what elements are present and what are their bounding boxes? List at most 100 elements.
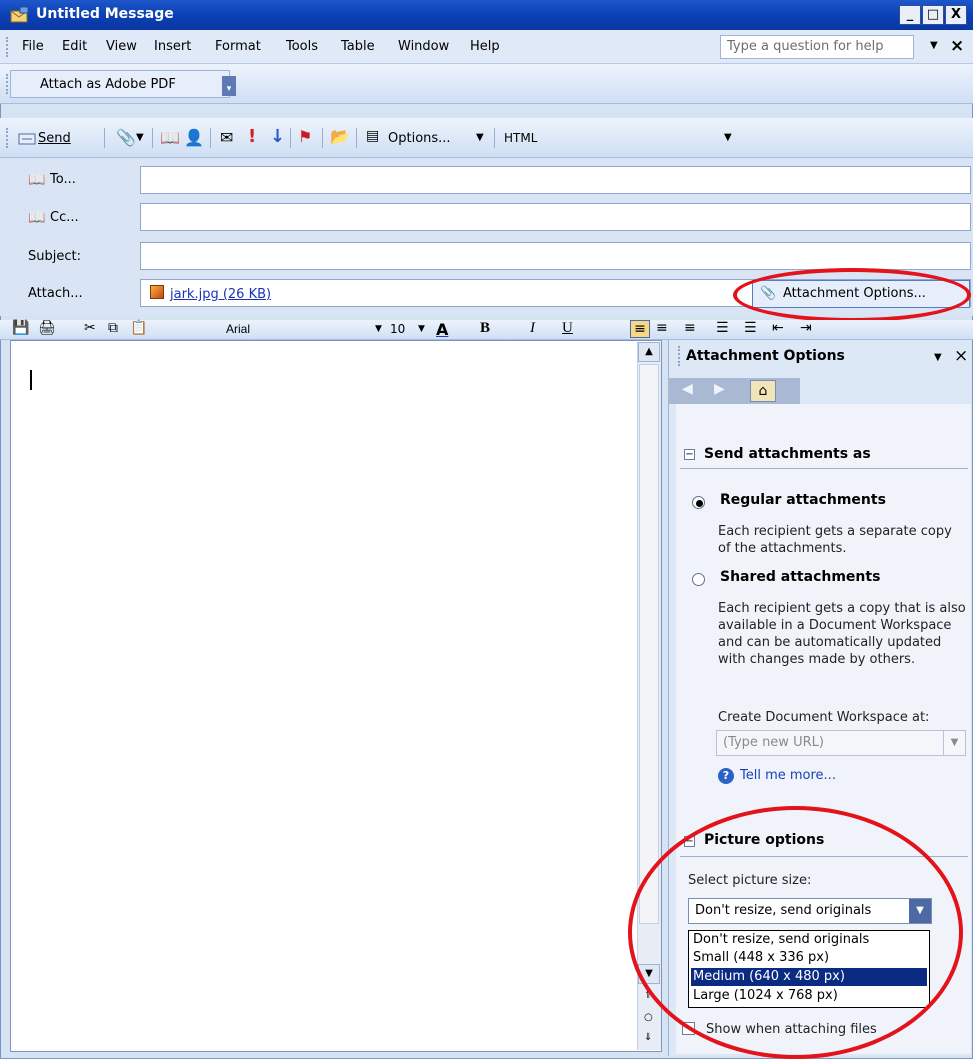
menu-insert[interactable]: Insert [154,39,191,54]
pane-close-button[interactable]: × [954,346,968,366]
attach-dropdown-icon[interactable]: ▼ [136,132,144,143]
address-book-icon[interactable]: 📖 [160,128,180,147]
highlight-ring-attachment-options [733,268,971,322]
bullets-icon[interactable]: ☰ [744,320,757,336]
message-format-select[interactable]: HTML [504,131,537,145]
pane-grip-icon[interactable] [678,346,682,366]
increase-indent-icon[interactable]: ⇥ [800,320,812,336]
options-dropdown-icon[interactable]: ▼ [476,132,484,143]
message-body-editor[interactable] [10,340,662,1052]
formatting-toolbar: 💾 🖨 ✂ ⧉ 📋 Arial ▼ 10 ▼ A B I U ≡ ≡ ≡ ☰ ☰… [0,320,973,340]
next-page-icon[interactable]: ⇓ [644,1032,652,1043]
pane-title: Attachment Options [686,348,845,364]
bold-button[interactable]: B [480,320,490,337]
toolbar-separator [104,128,105,148]
text-caret [30,370,32,390]
menu-view[interactable]: View [106,39,137,54]
options-button[interactable]: Options... [388,131,451,146]
workspace-url-dropdown-icon: ▼ [943,731,965,755]
size-dropdown-icon[interactable]: ▼ [418,324,425,334]
window-title: Untitled Message [36,6,174,22]
pdf-toolbar: Attach as Adobe PDF ▾ [0,64,973,104]
close-document-button[interactable]: × [950,36,964,56]
minimize-button[interactable]: _ [899,5,921,25]
menu-table[interactable]: Table [341,39,375,54]
save-icon[interactable]: 💾 [12,320,29,336]
align-left-icon[interactable]: ≡ [630,320,650,338]
to-field[interactable] [140,166,971,194]
shared-attachments-radio[interactable] [692,573,705,586]
decrease-indent-icon[interactable]: ⇤ [772,320,784,336]
font-size-select[interactable]: 10 [390,322,405,336]
permission-icon[interactable]: 📂 [330,127,350,146]
subject-label: Subject: [28,249,81,264]
menu-help[interactable]: Help [470,39,500,54]
menu-file[interactable]: File [22,39,44,54]
scroll-thumb[interactable] [639,364,659,924]
attachment-link[interactable]: jark.jpg (26 KB) [170,287,271,302]
home-icon[interactable]: ⌂ [750,380,776,402]
workspace-url-placeholder: (Type new URL) [723,735,824,750]
print-icon[interactable]: 🖨 [38,320,56,336]
pane-navigation-bar: ◀ ▶ ⌂ [668,378,800,404]
workspace-label: Create Document Workspace at: [718,710,930,725]
regular-attachments-label[interactable]: Regular attachments [720,492,886,508]
cc-field[interactable] [140,203,971,231]
attach-as-pdf-label: Attach as Adobe PDF [40,77,176,92]
subject-field[interactable] [140,242,971,270]
font-dropdown-icon[interactable]: ▼ [375,324,382,334]
align-right-icon[interactable]: ≡ [684,320,696,336]
font-color-button[interactable]: A [436,320,448,339]
shared-attachments-description: Each recipient gets a copy that is also … [718,601,966,667]
browse-object-icon[interactable]: ○ [644,1012,653,1023]
copy-icon[interactable]: ⧉ [108,320,118,336]
menu-window[interactable]: Window [398,39,449,54]
help-question-icon: ? [718,768,734,784]
cc-button[interactable]: Cc... [50,210,79,225]
pane-menu-dropdown-icon[interactable]: ▼ [934,352,942,363]
to-button[interactable]: To... [50,172,76,187]
title-bar[interactable]: Untitled Message _ □ X [0,0,973,30]
cc-address-book-icon: 📖 [28,210,46,226]
italic-button[interactable]: I [530,320,535,337]
format-dropdown-icon[interactable]: ▼ [724,132,732,143]
help-dropdown-icon[interactable]: ▼ [930,40,938,51]
send-attachments-heading: Send attachments as [704,446,871,462]
attach-button[interactable]: Attach... [28,286,83,301]
menu-tools[interactable]: Tools [286,39,318,54]
font-name-select[interactable]: Arial [226,322,250,336]
highlight-ring-picture-options [628,806,963,1059]
regular-attachments-description: Each recipient gets a separate copy of t… [718,524,952,556]
tell-me-more-link[interactable]: Tell me more... [740,768,836,783]
maximize-button[interactable]: □ [922,5,944,25]
forward-arrow-icon[interactable]: ▶ [714,381,725,397]
toolbar-options-chevron-icon[interactable]: ▾ [222,76,236,96]
close-window-button[interactable]: X [945,5,967,25]
underline-button[interactable]: U [562,320,573,337]
cut-icon[interactable]: ✂ [84,320,96,336]
check-names-icon[interactable]: 👤 [184,128,204,147]
high-importance-icon[interactable]: ! [248,126,256,147]
numbering-icon[interactable]: ☰ [716,320,729,336]
low-importance-icon[interactable]: ↓ [270,126,285,147]
menu-format[interactable]: Format [215,39,261,54]
menu-edit[interactable]: Edit [62,39,87,54]
send-button[interactable]: Send [38,131,71,146]
workspace-url-input: (Type new URL) ▼ [716,730,966,756]
collapse-section-icon[interactable]: − [684,449,695,460]
back-arrow-icon[interactable]: ◀ [682,381,693,397]
std-toolbar-grip-icon[interactable] [6,128,10,148]
options-icon: ▤ [366,128,380,144]
help-search-input[interactable]: Type a question for help [720,35,914,59]
menu-bar: File Edit View Insert Format Tools Table… [0,30,973,64]
message-flag-envelope-icon[interactable]: ✉ [220,128,233,147]
paperclip-icon[interactable]: 📎 [116,128,136,147]
shared-attachments-label[interactable]: Shared attachments [720,569,880,585]
toolbar-separator [322,128,323,148]
align-center-icon[interactable]: ≡ [656,320,668,336]
regular-attachments-radio[interactable] [692,496,705,509]
follow-up-flag-icon[interactable]: ⚑ [298,127,312,146]
menubar-grip-icon[interactable] [6,37,10,57]
scroll-up-icon[interactable]: ▲ [638,342,660,362]
paste-icon[interactable]: 📋 [130,320,147,336]
